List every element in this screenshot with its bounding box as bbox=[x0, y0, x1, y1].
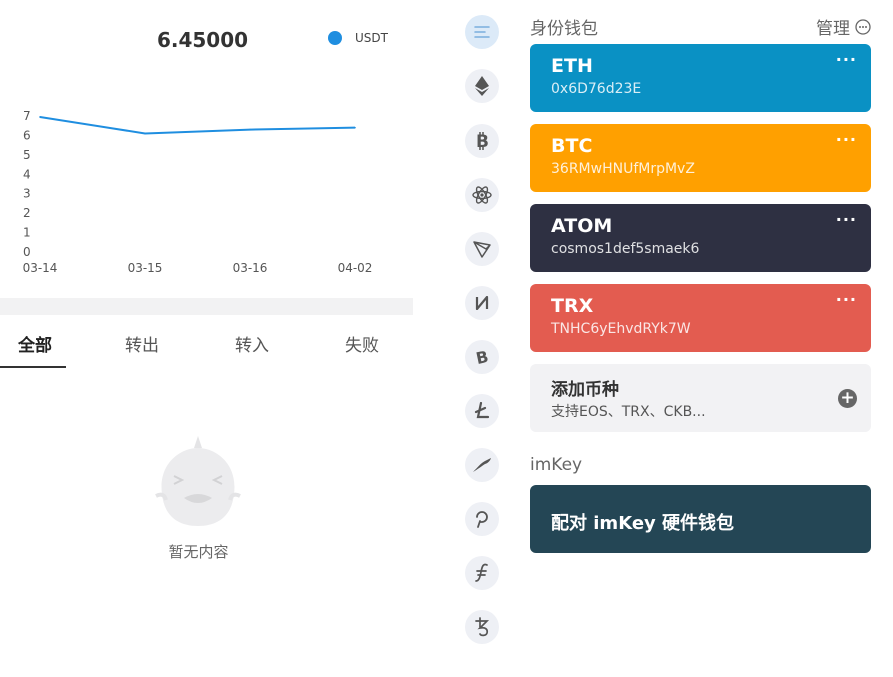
rail-btc-button[interactable]: B bbox=[465, 124, 499, 158]
x-tick-label: 03-16 bbox=[233, 261, 268, 275]
wallet-card-btc[interactable]: BTC 36RMwHNUfMrpMvZ ··· bbox=[530, 124, 871, 192]
rail-polkadot-button[interactable] bbox=[465, 502, 499, 536]
x-tick-label: 03-14 bbox=[23, 261, 58, 275]
y-tick-label: 7 bbox=[23, 109, 31, 123]
rail-ltc-button[interactable] bbox=[465, 394, 499, 428]
tezos-icon bbox=[475, 617, 490, 637]
rail-filecoin-button[interactable] bbox=[465, 556, 499, 590]
identity-wallet-title: 身份钱包 bbox=[530, 19, 598, 39]
more-icon[interactable]: ··· bbox=[836, 290, 857, 309]
trx-icon bbox=[473, 241, 491, 258]
card-coin-name: BTC bbox=[551, 135, 593, 157]
divider-band bbox=[0, 298, 413, 315]
tab-incoming[interactable]: 转入 bbox=[217, 331, 287, 356]
x-tick-label: 04-02 bbox=[338, 261, 373, 275]
wallet-card-trx[interactable]: TRX TNHC6yEhvdRYk7W ··· bbox=[530, 284, 871, 352]
rail-menu-button[interactable] bbox=[465, 15, 499, 49]
active-tab-indicator bbox=[0, 366, 66, 368]
wallet-card-atom[interactable]: ATOM cosmos1def5smaek6 ··· bbox=[530, 204, 871, 272]
more-circle-icon bbox=[855, 18, 871, 35]
rail-eth-button[interactable] bbox=[465, 69, 499, 103]
empty-ghost-icon bbox=[155, 436, 241, 526]
transaction-tabs: 全部 转出 转入 失败 bbox=[0, 318, 413, 368]
card-coin-name: ETH bbox=[551, 55, 593, 77]
y-tick-label: 2 bbox=[23, 206, 31, 220]
rail-bch-button[interactable]: B bbox=[465, 340, 499, 374]
balance-line-chart: 0 1 2 3 4 5 6 7 03-14 03-15 03-16 04-02 bbox=[23, 109, 373, 275]
pair-imkey-label: 配对 imKey 硬件钱包 bbox=[551, 513, 735, 534]
atom-icon bbox=[472, 186, 492, 204]
asset-chart-panel: 6.45000 USDT 0 1 2 3 4 5 6 7 03-14 03-15 03-16 04-0… bbox=[0, 0, 413, 677]
rail-atom-button[interactable] bbox=[465, 178, 499, 212]
rail-trx-button[interactable] bbox=[465, 232, 499, 266]
kusama-icon bbox=[473, 458, 491, 472]
menu-icon bbox=[474, 26, 490, 38]
y-tick-label: 3 bbox=[23, 187, 31, 201]
bch-icon: B bbox=[474, 348, 490, 366]
btc-icon: B bbox=[476, 132, 489, 150]
pair-imkey-button[interactable]: 配对 imKey 硬件钱包 bbox=[530, 485, 871, 553]
tab-outgoing[interactable]: 转出 bbox=[107, 331, 177, 356]
rail-tezos-button[interactable] bbox=[465, 610, 499, 644]
card-address: TNHC6yEhvdRYk7W bbox=[551, 321, 691, 337]
empty-state-text: 暂无内容 bbox=[168, 543, 229, 561]
chart-legend: USDT bbox=[328, 31, 388, 45]
y-tick-label: 6 bbox=[23, 128, 31, 142]
wallet-panel: 身份钱包 管理 ETH 0x6D76d23E ··· BTC 36RMwHNUf… bbox=[530, 0, 871, 677]
card-coin-name: ATOM bbox=[551, 215, 613, 237]
y-tick-label: 0 bbox=[23, 245, 31, 259]
filecoin-icon bbox=[475, 563, 488, 582]
add-coin-card[interactable]: 添加币种 支持EOS、TRX、CKB... + bbox=[530, 364, 871, 432]
legend-dot-icon bbox=[328, 31, 342, 45]
more-icon[interactable]: ··· bbox=[836, 210, 857, 229]
y-tick-label: 4 bbox=[23, 167, 31, 181]
imkey-section-title: imKey bbox=[530, 455, 583, 475]
data-point bbox=[354, 126, 356, 129]
series-line bbox=[39, 115, 356, 135]
rail-nervos-button[interactable] bbox=[465, 286, 499, 320]
card-address: cosmos1def5smaek6 bbox=[551, 241, 700, 257]
tab-all[interactable]: 全部 bbox=[0, 331, 70, 356]
tab-failed[interactable]: 失败 bbox=[327, 331, 397, 356]
card-address: 36RMwHNUfMrpMvZ bbox=[551, 161, 695, 177]
data-point bbox=[144, 132, 146, 135]
card-address: 0x6D76d23E bbox=[551, 81, 642, 97]
eth-icon bbox=[475, 76, 489, 96]
more-icon[interactable]: ··· bbox=[836, 50, 857, 69]
plus-circle-icon[interactable]: + bbox=[838, 389, 857, 408]
svg-text:B: B bbox=[474, 348, 490, 366]
rail-kusama-button[interactable] bbox=[465, 448, 499, 482]
legend-label: USDT bbox=[355, 31, 388, 45]
x-tick-label: 03-15 bbox=[128, 261, 163, 275]
data-point bbox=[249, 128, 251, 131]
manage-button[interactable]: 管理 bbox=[816, 14, 871, 39]
manage-label: 管理 bbox=[816, 19, 850, 39]
ltc-icon bbox=[474, 402, 490, 419]
polkadot-icon bbox=[476, 511, 488, 528]
wallet-card-eth[interactable]: ETH 0x6D76d23E ··· bbox=[530, 44, 871, 112]
nervos-icon bbox=[475, 296, 489, 310]
data-point bbox=[39, 116, 41, 118]
card-coin-name: TRX bbox=[551, 295, 594, 317]
chain-icon-rail: B B bbox=[463, 0, 503, 677]
add-coin-title: 添加币种 bbox=[551, 380, 619, 400]
y-tick-label: 1 bbox=[23, 226, 31, 240]
more-icon[interactable]: ··· bbox=[836, 130, 857, 149]
y-tick-label: 5 bbox=[23, 148, 31, 162]
add-coin-subtitle: 支持EOS、TRX、CKB... bbox=[551, 404, 706, 420]
